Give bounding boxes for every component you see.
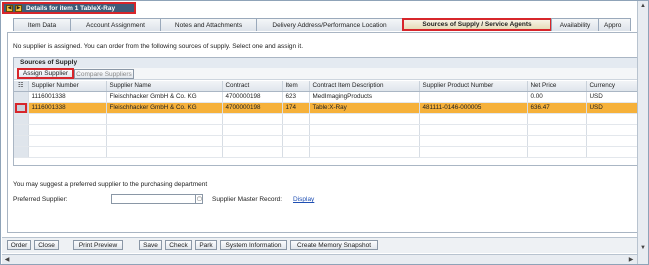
net-price-cell: 636.47 (527, 102, 587, 114)
tab-availability[interactable]: Availability (551, 18, 599, 31)
supplier-master-record-label: Supplier Master Record: (212, 196, 283, 203)
supplier-number-cell: 1116001338 (28, 102, 107, 114)
save-button[interactable]: Save (139, 240, 162, 250)
contract-cell: 4700000198 (222, 102, 283, 114)
preferred-supplier-label: Preferred Supplier: (13, 196, 68, 203)
tab-strip: Item Data Account Assignment Notes and A… (13, 18, 631, 32)
panel-toolbar: Assign Supplier Compare Suppliers (14, 68, 640, 80)
table-row-empty (14, 113, 641, 125)
supplier-number-cell: 1116001338 (28, 91, 107, 103)
scroll-up-icon[interactable]: ▲ (639, 2, 647, 10)
description-cell: Table:X-Ray (309, 102, 420, 114)
park-button[interactable]: Park (195, 240, 217, 250)
table-row-empty (14, 146, 641, 158)
item-cell: 174 (282, 102, 310, 114)
column-header[interactable]: Item (282, 81, 310, 92)
panel-title: Sources of Supply (14, 58, 640, 68)
close-button[interactable]: Close (34, 240, 59, 250)
horizontal-scrollbar[interactable]: ◀ ▶ (2, 254, 637, 264)
table-header-row: ☷ Supplier Number Supplier Name Contract… (14, 81, 641, 92)
arrow-left-icon[interactable]: ◀ (6, 4, 13, 12)
window-title: Details for item 1 TableX-Ray (26, 4, 116, 12)
tab-notes-attachments[interactable]: Notes and Attachments (160, 18, 257, 31)
description-cell: MedImagingProducts (309, 91, 420, 103)
sources-table: ☷ Supplier Number Supplier Name Contract… (14, 81, 641, 158)
product-number-cell: 481111-0146-000005 (419, 102, 528, 114)
tab-item-data[interactable]: Item Data (13, 18, 71, 31)
info-message: No supplier is assigned. You can order f… (13, 43, 304, 50)
column-header[interactable]: Supplier Name (106, 81, 223, 92)
table-row-selected[interactable]: 1116001338 Fleischhacker GmbH & Co. KG 4… (14, 102, 641, 114)
arrow-right-icon[interactable]: ▶ (15, 4, 22, 12)
table-row-empty (14, 124, 641, 136)
select-all-icon[interactable]: ☷ (14, 81, 29, 92)
system-information-button[interactable]: System Information (220, 240, 287, 250)
column-header[interactable]: Net Price (527, 81, 587, 92)
table-row-empty (14, 135, 641, 147)
currency-cell: USD (586, 102, 641, 114)
sources-of-supply-panel: Sources of Supply Assign Supplier Compar… (13, 57, 641, 166)
scroll-left-icon[interactable]: ◀ (3, 256, 11, 264)
column-header[interactable]: Contract (222, 81, 283, 92)
tab-delivery-address[interactable]: Delivery Address/Performance Location (256, 18, 403, 31)
tab-approval[interactable]: Appro (598, 18, 631, 31)
value-help-icon[interactable]: ▢ (195, 195, 203, 203)
column-header[interactable]: Supplier Product Number (419, 81, 528, 92)
currency-cell: USD (586, 91, 641, 103)
suggest-text: You may suggest a preferred supplier to … (13, 181, 208, 188)
tab-sources-of-supply[interactable]: Sources of Supply / Service Agents (402, 18, 552, 31)
net-price-cell: 0.00 (527, 91, 587, 103)
order-button[interactable]: Order (7, 240, 31, 250)
window-frame: ◀ ▶ Details for item 1 TableX-Ray Item D… (0, 0, 649, 265)
table-row[interactable]: 1116001338 Fleischhacker GmbH & Co. KG 4… (14, 91, 641, 103)
scroll-right-icon[interactable]: ▶ (627, 256, 635, 264)
product-number-cell (419, 91, 528, 103)
item-cell: 623 (282, 91, 310, 103)
print-preview-button[interactable]: Print Preview (73, 240, 123, 250)
supplier-name-cell: Fleischhacker GmbH & Co. KG (106, 102, 223, 114)
window-titlebar: ◀ ▶ Details for item 1 TableX-Ray (2, 2, 136, 14)
compare-suppliers-button[interactable]: Compare Suppliers (74, 69, 134, 79)
scroll-down-icon[interactable]: ▼ (639, 244, 647, 252)
row-selector[interactable] (14, 102, 29, 114)
contract-cell: 4700000198 (222, 91, 283, 103)
tab-account-assignment[interactable]: Account Assignment (70, 18, 161, 31)
column-header[interactable]: Contract Item Description (309, 81, 420, 92)
column-header[interactable]: Supplier Number (28, 81, 107, 92)
assign-supplier-button[interactable]: Assign Supplier (17, 68, 74, 79)
supplier-name-cell: Fleischhacker GmbH & Co. KG (106, 91, 223, 103)
row-selector[interactable] (14, 91, 29, 103)
column-header[interactable]: Currency (586, 81, 641, 92)
create-memory-snapshot-button[interactable]: Create Memory Snapshot (290, 240, 378, 250)
check-button[interactable]: Check (165, 240, 192, 250)
vertical-scrollbar[interactable]: ▲ ▼ (637, 1, 648, 264)
preferred-supplier-input[interactable] (111, 194, 203, 204)
display-link[interactable]: Display (293, 196, 314, 203)
